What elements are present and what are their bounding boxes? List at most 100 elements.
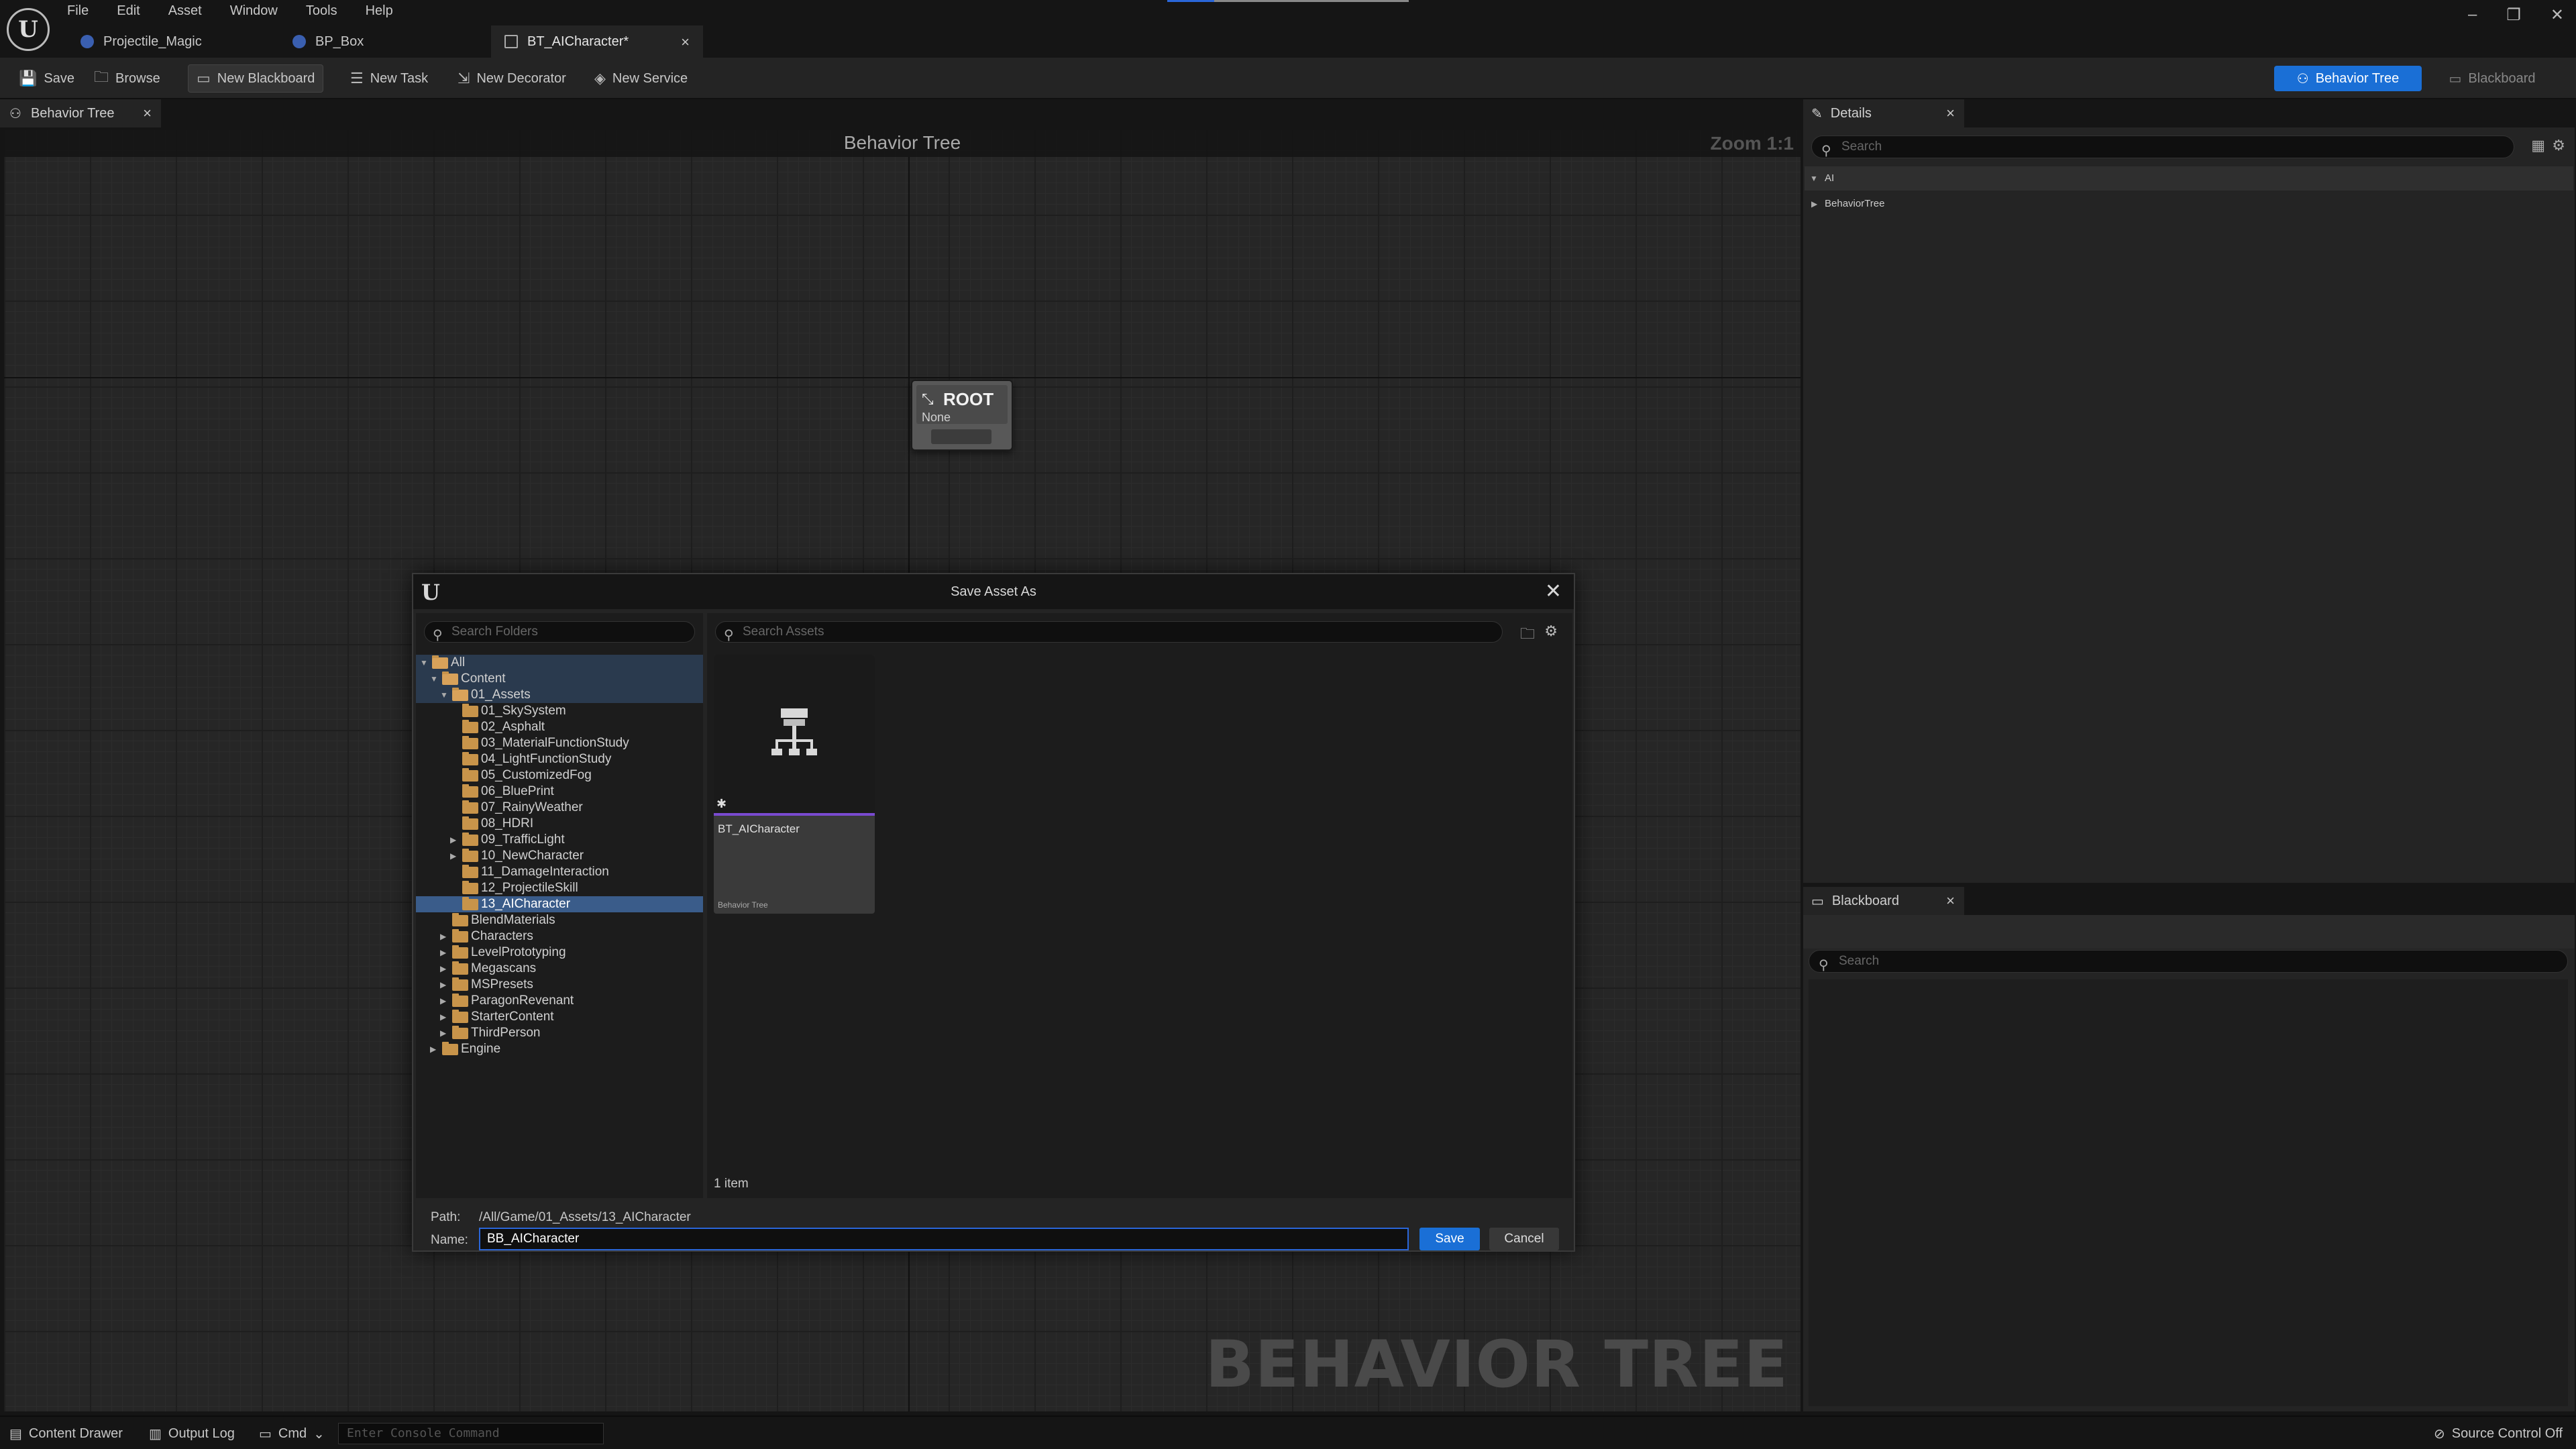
- folder-tree-item[interactable]: ▼ 01_Assets: [416, 687, 703, 703]
- chevron-right-icon[interactable]: ▶: [440, 1009, 446, 1025]
- doc-tab-bt-aicharacter[interactable]: BT_AICharacter* ×: [491, 25, 703, 58]
- console-command-input[interactable]: Enter Console Command: [338, 1423, 604, 1444]
- folder-tree-item[interactable]: 08_HDRI: [416, 816, 703, 832]
- menu-asset[interactable]: Asset: [168, 0, 202, 21]
- menu-window[interactable]: Window: [230, 0, 278, 21]
- folder-tree-item[interactable]: 05_CustomizedFog: [416, 767, 703, 784]
- save-button[interactable]: 💾 Save: [11, 64, 83, 93]
- blackboard-search-input[interactable]: ⚲ Search: [1809, 950, 2568, 973]
- folder-icon: [462, 881, 478, 894]
- folder-tree-item[interactable]: ▶ Megascans: [416, 961, 703, 977]
- tab-behavior-tree[interactable]: ⚇ Behavior Tree ×: [0, 99, 161, 127]
- folder-search-icon: 🗀: [94, 68, 109, 85]
- cancel-button[interactable]: Cancel: [1489, 1228, 1559, 1250]
- task-icon: ☰: [350, 70, 364, 87]
- blackboard-search-placeholder: Search: [1839, 954, 1880, 968]
- chevron-down-icon[interactable]: ▼: [440, 687, 448, 703]
- folder-tree-item[interactable]: 01_SkySystem: [416, 703, 703, 719]
- root-output-pin[interactable]: [931, 429, 991, 444]
- folder-search-input[interactable]: ⚲ Search Folders: [424, 621, 695, 643]
- asset-search-input[interactable]: ⚲ Search Assets: [715, 621, 1503, 643]
- close-tab-icon[interactable]: ×: [143, 105, 152, 122]
- folder-tree-item[interactable]: ▶ LevelPrototyping: [416, 945, 703, 961]
- gear-icon[interactable]: ⚙: [2552, 137, 2565, 154]
- folder-tree-item[interactable]: 12_ProjectileSkill: [416, 880, 703, 896]
- folder-tree-item[interactable]: 13_AICharacter: [416, 896, 703, 912]
- folder-label: Characters: [471, 929, 533, 943]
- close-icon[interactable]: ✕: [1545, 580, 1562, 603]
- new-blackboard-button[interactable]: ▭ New Blackboard: [188, 64, 324, 93]
- restore-icon[interactable]: ❐: [2506, 5, 2521, 25]
- cmd-dropdown[interactable]: ▭ Cmd ⌄: [259, 1417, 325, 1449]
- doc-tab-projectile-magic[interactable]: Projectile_Magic: [67, 25, 279, 58]
- details-category-ai[interactable]: AI: [1805, 166, 2573, 191]
- folder-tree-item[interactable]: ▶ ThirdPerson: [416, 1025, 703, 1041]
- folder-tree-item[interactable]: 03_MaterialFunctionStudy: [416, 735, 703, 751]
- details-search-input[interactable]: ⚲ Search: [1811, 136, 2514, 158]
- close-tab-icon[interactable]: ×: [1946, 892, 1955, 910]
- chevron-right-icon[interactable]: ▶: [450, 848, 456, 864]
- folder-tree: ▼ All ▼ Content ▼ 01_Assets 01_SkySystem 02_Asp…: [416, 655, 703, 1057]
- chevron-right-icon[interactable]: ▶: [440, 928, 446, 945]
- folder-tree-item[interactable]: 04_LightFunctionStudy: [416, 751, 703, 767]
- menu-edit[interactable]: Edit: [117, 0, 140, 21]
- folder-tree-item[interactable]: ▶ Engine: [416, 1041, 703, 1057]
- folder-tree-item[interactable]: ▶ 09_TrafficLight: [416, 832, 703, 848]
- folder-tree-item[interactable]: 06_BluePrint: [416, 784, 703, 800]
- chevron-right-icon[interactable]: ▶: [440, 961, 446, 977]
- details-row-behaviortree[interactable]: BehaviorTree: [1805, 192, 2573, 216]
- output-log-button[interactable]: ▥ Output Log: [149, 1417, 235, 1449]
- folder-icon: [452, 1026, 468, 1039]
- folder-tree-item[interactable]: ▶ StarterContent: [416, 1009, 703, 1025]
- folder-tree-item[interactable]: ▼ All: [416, 655, 703, 671]
- close-tab-icon[interactable]: ×: [1946, 105, 1955, 122]
- new-task-button[interactable]: ☰ New Task: [342, 64, 436, 93]
- source-control-button[interactable]: ⊘ Source Control Off: [2434, 1417, 2563, 1449]
- unreal-logo-icon[interactable]: U: [7, 8, 50, 51]
- browse-button[interactable]: 🗀 Browse: [86, 64, 168, 93]
- table-view-icon[interactable]: ▦: [2531, 137, 2545, 154]
- folder-tree-item[interactable]: 11_DamageInteraction: [416, 864, 703, 880]
- new-service-button[interactable]: ◈ New Service: [586, 64, 696, 93]
- gear-icon[interactable]: ⚙: [1544, 623, 1558, 640]
- chevron-right-icon[interactable]: ▶: [440, 993, 446, 1009]
- tab-details[interactable]: ✎ Details ×: [1803, 99, 1964, 127]
- folder-icon: [452, 961, 468, 975]
- menu-help[interactable]: Help: [366, 0, 393, 21]
- menu-file[interactable]: File: [67, 0, 89, 21]
- chevron-down-icon[interactable]: ▼: [420, 655, 428, 671]
- chevron-right-icon[interactable]: ▶: [440, 1025, 446, 1041]
- search-icon: ⚲: [1819, 958, 1829, 973]
- folder-tree-item[interactable]: ▶ ParagonRevenant: [416, 993, 703, 1009]
- toolbar: 💾 Save 🗀 Browse ▭ New Blackboard ☰ New T…: [0, 58, 2576, 99]
- folder-tree-item[interactable]: 07_RainyWeather: [416, 800, 703, 816]
- folder-tree-item[interactable]: ▶ Characters: [416, 928, 703, 945]
- asset-name-input[interactable]: BB_AICharacter: [479, 1228, 1409, 1250]
- new-folder-icon[interactable]: 🗀: [1520, 623, 1535, 648]
- blackboard-key-list[interactable]: [1809, 979, 2568, 1406]
- folder-tree-item[interactable]: ▶ 10_NewCharacter: [416, 848, 703, 864]
- tab-blackboard[interactable]: ▭ Blackboard ×: [1803, 887, 1964, 915]
- menu-tools[interactable]: Tools: [306, 0, 337, 21]
- chevron-right-icon[interactable]: ▶: [440, 977, 446, 993]
- close-window-icon[interactable]: ✕: [2551, 5, 2564, 25]
- chevron-right-icon[interactable]: ▶: [450, 832, 456, 848]
- folder-tree-item[interactable]: ▼ Content: [416, 671, 703, 687]
- doc-tab-bp-box[interactable]: BP_Box: [279, 25, 491, 58]
- folder-tree-item[interactable]: ▶ MSPresets: [416, 977, 703, 993]
- close-tab-icon[interactable]: ×: [681, 34, 690, 51]
- chevron-down-icon[interactable]: ▼: [430, 671, 438, 687]
- folder-tree-item[interactable]: 02_Asphalt: [416, 719, 703, 735]
- content-drawer-button[interactable]: ▤ Content Drawer: [9, 1417, 123, 1449]
- root-node[interactable]: ⤡ ROOT None: [911, 380, 1013, 451]
- asset-tile[interactable]: ✱ BT_AICharacter Behavior Tree: [714, 655, 875, 914]
- output-log-label: Output Log: [168, 1426, 235, 1441]
- folder-tree-item[interactable]: BlendMaterials: [416, 912, 703, 928]
- minimize-icon[interactable]: –: [2468, 5, 2477, 25]
- chevron-right-icon[interactable]: ▶: [440, 945, 446, 961]
- mode-behavior-tree-button[interactable]: ⚇ Behavior Tree: [2274, 66, 2422, 91]
- new-decorator-button[interactable]: ⇲ New Decorator: [449, 64, 574, 93]
- save-button[interactable]: Save: [1419, 1228, 1480, 1250]
- mode-blackboard-button[interactable]: ▭ Blackboard: [2428, 66, 2556, 91]
- chevron-right-icon[interactable]: ▶: [430, 1041, 436, 1057]
